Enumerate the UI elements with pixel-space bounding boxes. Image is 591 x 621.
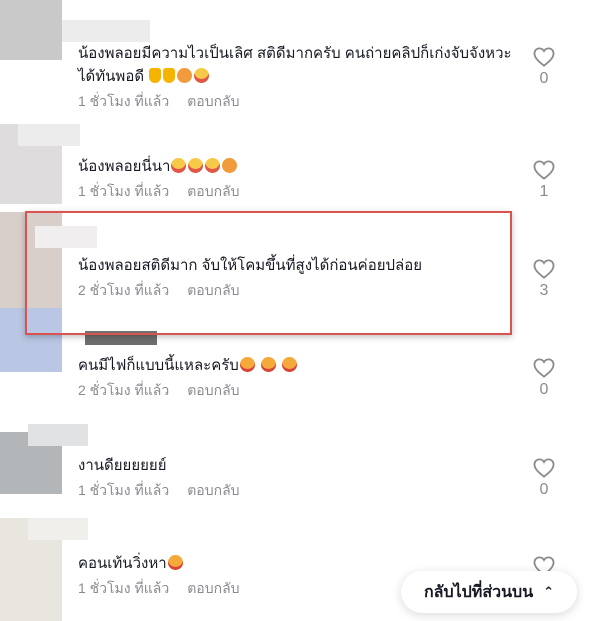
like-count: 0 [539, 481, 549, 498]
like-count: 1 [539, 183, 549, 200]
like-count: 0 [539, 381, 549, 398]
thumbs-up-emoji-icon [163, 68, 176, 83]
laugh-emoji-icon [282, 357, 298, 372]
reply-button[interactable]: ตอบกลับ [187, 580, 239, 596]
username-blurred [18, 124, 80, 146]
reply-button[interactable]: ตอบกลับ [187, 183, 239, 199]
comment-item: คนมีไฟก็แบบนี้แหละครับ 2 ชั่วโมง ที่แล้ว… [78, 354, 518, 402]
kiss-emoji-icon [222, 158, 238, 173]
comment-text: น้องพลอยมีความไวเป็นเลิศ สติดีมากครับ คน… [78, 45, 512, 85]
comment-time: 1 ชั่วโมง ที่แล้ว [78, 580, 170, 596]
comment-text: คอนเท้นวิ่งหา [78, 555, 167, 572]
heart-icon [533, 47, 555, 67]
back-to-top-label: กลับไปที่ส่วนบน [423, 583, 534, 601]
grin-emoji-icon [188, 158, 204, 173]
heart-icon [533, 160, 555, 180]
username-blurred [62, 20, 150, 42]
thumbs-up-emoji-icon [149, 68, 162, 83]
comment-time: 2 ชั่วโมง ที่แล้ว [78, 382, 170, 398]
back-to-top-button[interactable]: กลับไปที่ส่วนบน ⌃ [401, 571, 577, 613]
comment-time: 1 ชั่วโมง ที่แล้ว [78, 482, 170, 498]
comment-time: 1 ชั่วโมง ที่แล้ว [78, 93, 170, 109]
avatar[interactable] [0, 0, 62, 60]
highlight-box [25, 211, 512, 335]
heart-icon [533, 259, 555, 279]
comment-item: น้องพลอยมีความไวเป็นเลิศ สติดีมากครับ คน… [78, 42, 518, 113]
reply-button[interactable]: ตอบกลับ [187, 93, 239, 109]
reply-button[interactable]: ตอบกลับ [187, 482, 239, 498]
heart-icon [533, 458, 555, 478]
like-button[interactable]: 1 [530, 160, 558, 201]
laugh-emoji-icon [167, 555, 183, 570]
comment-item: งานดียยยยยย์ 1 ชั่วโมง ที่แล้ว ตอบกลับ [78, 454, 518, 502]
like-button[interactable]: 0 [530, 458, 558, 499]
like-button[interactable]: 0 [530, 358, 558, 399]
comment-time: 1 ชั่วโมง ที่แล้ว [78, 183, 170, 199]
laugh-emoji-icon [239, 357, 255, 372]
heart-icon [533, 358, 555, 378]
like-button[interactable]: 0 [530, 47, 558, 88]
username-blurred [28, 518, 88, 540]
comment-item: น้องพลอยนี่นา 1 ชั่วโมง ที่แล้ว ตอบกลับ [78, 155, 518, 203]
like-button[interactable]: 3 [530, 259, 558, 300]
reply-button[interactable]: ตอบกลับ [187, 382, 239, 398]
double-chevron-up-icon: ⌃ [543, 584, 555, 599]
grin-emoji-icon [205, 158, 221, 173]
like-count: 0 [539, 70, 549, 87]
laugh-emoji-icon [260, 357, 276, 372]
like-count: 3 [539, 282, 549, 299]
grin-emoji-icon [171, 158, 187, 173]
comment-text: น้องพลอยนี่นา [78, 158, 171, 175]
username-blurred [28, 424, 88, 446]
grin-emoji-icon [194, 68, 210, 83]
comment-text: คนมีไฟก็แบบนี้แหละครับ [78, 357, 239, 374]
comment-text: งานดียยยยยย์ [78, 457, 167, 474]
kiss-emoji-icon [177, 68, 193, 83]
